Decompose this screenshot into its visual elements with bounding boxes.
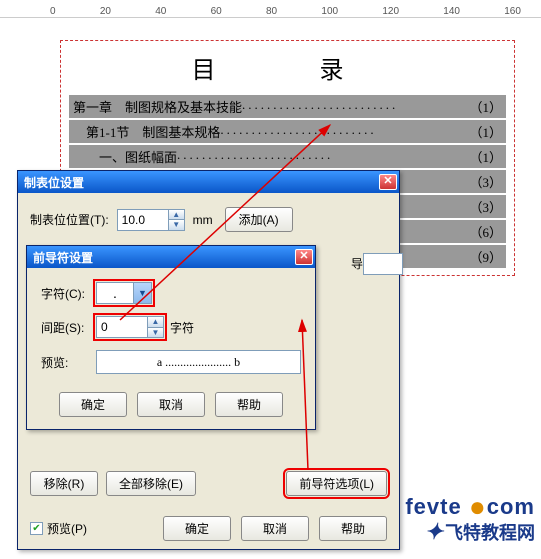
leader-options-button[interactable]: 前导符选项(L) [286,471,387,496]
tab-position-input[interactable]: ▲▼ [117,209,185,231]
spacing-unit: 字符 [170,319,194,336]
char-combo[interactable]: . ▼ [96,282,152,304]
spin-up-icon: ▲ [168,210,184,221]
remove-all-button[interactable]: 全部移除(E) [106,471,196,496]
cancel-button[interactable]: 取消 [137,392,205,417]
remove-button[interactable]: 移除(R) [30,471,98,496]
ruler: 020406080100120140160 [0,0,541,18]
help-button[interactable]: 帮助 [215,392,283,417]
close-icon[interactable]: ✕ [379,174,397,190]
watermark: fevte ●com ✦飞特教程网 [405,489,535,545]
ok-button[interactable]: 确定 [163,516,231,541]
spinner[interactable]: ▲▼ [147,317,163,337]
preview-label: 预览(P) [47,520,87,537]
preview-label: 预览: [41,354,96,371]
chevron-down-icon[interactable]: ▼ [133,283,151,303]
spinner[interactable]: ▲▼ [168,210,184,230]
dialog-title: 前导符设置 [33,249,295,266]
close-icon[interactable]: ✕ [295,249,313,265]
help-button[interactable]: 帮助 [319,516,387,541]
doc-title: 目 录 [69,46,506,95]
spin-down-icon: ▼ [168,220,184,230]
preview-field: a ...................... b [96,350,301,374]
toc-row[interactable]: 一、图纸幅面.........................（1） [69,145,506,168]
toc-row[interactable]: 第1-1节 制图基本规格.........................（1） [69,120,506,143]
spin-down-icon: ▼ [147,328,163,338]
unit-label: mm [193,213,213,227]
ok-button[interactable]: 确定 [59,392,127,417]
checkbox-icon: ✔ [30,522,43,535]
cancel-button[interactable]: 取消 [241,516,309,541]
leader-field[interactable] [363,253,403,275]
leader-settings-dialog: 前导符设置 ✕ 字符(C): . ▼ 间距(S): ▲▼ 字符 预览: a ..… [26,245,316,430]
titlebar[interactable]: 前导符设置 ✕ [27,246,315,268]
toc-row[interactable]: 第一章 制图规格及基本技能.........................（1… [69,95,506,118]
spin-up-icon: ▲ [147,317,163,328]
dialog-title: 制表位设置 [24,174,379,191]
preview-checkbox[interactable]: ✔ 预览(P) [30,520,87,537]
add-button[interactable]: 添加(A) [225,207,293,232]
titlebar[interactable]: 制表位设置 ✕ [18,171,399,193]
tab-position-label: 制表位位置(T): [30,211,109,228]
spacing-input[interactable]: ▲▼ [96,316,164,338]
spacing-label: 间距(S): [41,319,96,336]
char-label: 字符(C): [41,285,96,302]
